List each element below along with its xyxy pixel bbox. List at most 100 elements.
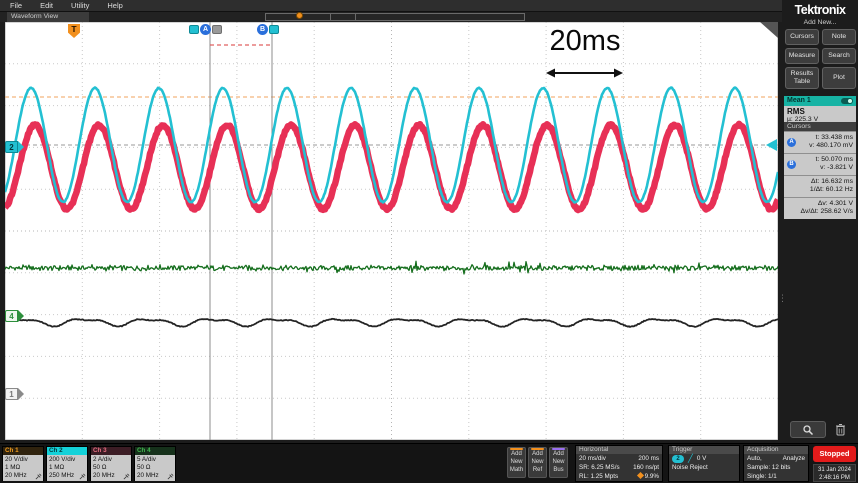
cursor-link-icon xyxy=(189,25,199,34)
search-button[interactable]: Search xyxy=(822,48,856,64)
delta-t: Δt: 16.632 ms xyxy=(811,177,853,185)
menu-bar: File Edit Utility Help xyxy=(0,0,858,12)
horizontal-window: 200 ms xyxy=(638,455,659,462)
trigger-position-readout: 9.9% xyxy=(636,471,659,481)
channel-1-impedance: 1 MΩ xyxy=(5,464,21,471)
cursor-a-handle[interactable]: A xyxy=(189,24,222,35)
timeline-trigger-marker-icon[interactable] xyxy=(296,12,303,19)
trigger-settings-panel[interactable]: Trigger 2 ╱ 0 V Noise Reject xyxy=(668,445,740,482)
bus-accent xyxy=(552,448,565,450)
zoom-tool-button[interactable] xyxy=(790,421,826,438)
cursor-a-time: t: 33.438 ms xyxy=(815,134,853,141)
measurement-toggle[interactable] xyxy=(841,98,853,104)
acquisition-sample: Sample: 12 bits xyxy=(747,464,791,471)
inverse-delta-t: 1/Δt: 60.12 Hz xyxy=(809,186,853,194)
menu-file[interactable]: File xyxy=(10,1,22,10)
acquisition-analyze: Analyze xyxy=(782,455,805,462)
acquisition-mode: Auto, xyxy=(747,455,762,462)
measure-button[interactable]: Measure xyxy=(785,48,819,64)
channel-4-marker[interactable]: 4 xyxy=(5,310,24,322)
cursors-readout-panel[interactable]: Cursors A t: 33.438 ms v: 480.170 mV B t… xyxy=(784,122,856,219)
horizontal-scale: 20 ms/div xyxy=(579,455,606,462)
panel-drag-handle[interactable]: ⋮ xyxy=(778,294,787,303)
cursor-grip-icon xyxy=(212,25,222,34)
channel-4-label: Ch 4 xyxy=(135,447,175,455)
tab-waveform-view[interactable]: Waveform View xyxy=(7,12,89,22)
delta-v-over-t: Δv/Δt: 258.62 V/s xyxy=(800,208,853,216)
probe-icon xyxy=(123,473,130,480)
cursor-delta-t-readout: Δt: 16.632 ms 1/Δt: 60.12 Hz xyxy=(784,174,856,197)
datetime-readout[interactable]: 31 Jan 2024 2:48:16 PM xyxy=(813,464,856,482)
probe-icon xyxy=(167,473,174,480)
cursor-a-readout: A t: 33.438 ms v: 480.170 mV xyxy=(784,131,856,153)
tab-bar: Waveform View xyxy=(0,12,858,22)
cursor-b-time: t: 50.070 ms xyxy=(815,155,853,163)
ref-accent xyxy=(531,448,544,450)
measurement-badge-mean1[interactable]: Mean 1 RMS µ: 225.3 V xyxy=(784,96,856,124)
trigger-source-badge: 2 xyxy=(672,454,684,463)
measurement-name: RMS xyxy=(787,107,805,116)
waveform-display[interactable]: T A B 20ms 2 4 1 xyxy=(5,22,778,440)
channel-2-marker[interactable]: 2 xyxy=(5,141,24,153)
rising-edge-icon: ╱ xyxy=(688,454,693,463)
channel-4-scale: 5 A/div xyxy=(137,456,156,463)
channel-2-badge[interactable]: Ch 2 200 V/div 1 MΩ 250 MHz xyxy=(46,446,88,481)
channel-4-badge[interactable]: Ch 4 5 A/div 50 Ω 20 MHz xyxy=(134,446,176,481)
horizontal-settings-panel[interactable]: Horizontal 20 ms/div 200 ms SR: 6.25 MS/… xyxy=(575,445,663,482)
trigger-level: 0 V xyxy=(696,455,707,462)
delete-button[interactable] xyxy=(832,420,848,439)
menu-help[interactable]: Help xyxy=(107,1,122,10)
add-new-math-button[interactable]: Add New Math xyxy=(507,447,526,478)
channel-1-scale: 20 V/div xyxy=(5,456,28,463)
channel-3-label: Ch 3 xyxy=(91,447,131,455)
channel-2-scale: 200 V/div xyxy=(49,456,76,463)
cursor-a-volt: v: 480.170 mV xyxy=(809,142,853,150)
channel-1-label: Ch 1 xyxy=(3,447,43,455)
time: 2:48:16 PM xyxy=(819,475,850,481)
cursor-a-badge: A xyxy=(787,137,796,147)
timeline-segment xyxy=(332,14,356,20)
plot-button[interactable]: Plot xyxy=(822,67,856,89)
probe-icon xyxy=(35,473,42,480)
menu-edit[interactable]: Edit xyxy=(40,1,53,10)
horizontal-title: Horizontal xyxy=(576,446,662,454)
trigger-level-arrow-icon[interactable] xyxy=(766,139,777,151)
trigger-mode: Noise Reject xyxy=(672,464,708,471)
cursor-b-readout: B t: 50.070 ms v: -3.821 V xyxy=(784,152,856,175)
trigger-position-icon xyxy=(636,471,644,480)
marker-tip-icon xyxy=(18,310,24,322)
acquisition-settings-panel[interactable]: Acquisition Auto, Analyze Sample: 12 bit… xyxy=(743,445,809,482)
channel-1-marker[interactable]: 1 xyxy=(5,388,24,400)
channel-3-scale: 2 A/div xyxy=(93,456,112,463)
record-timeline[interactable] xyxy=(265,12,525,21)
tektronix-logo: Tektronix xyxy=(794,3,846,17)
add-new-bus-button[interactable]: Add New Bus xyxy=(549,447,568,478)
sample-resolution: 160 ns/pt xyxy=(633,464,659,471)
delta-v: Δv: 4.301 V xyxy=(817,199,853,207)
measurement-badge-title: Mean 1 xyxy=(787,97,811,104)
channel-4-impedance: 50 Ω xyxy=(137,464,151,471)
channel-1-badge[interactable]: Ch 1 20 V/div 1 MΩ 20 MHz xyxy=(2,446,44,481)
note-button[interactable]: Note xyxy=(822,29,856,45)
run-stop-button[interactable]: Stopped xyxy=(813,446,856,462)
add-new-label: Add New... xyxy=(803,19,837,26)
add-new-ref-button[interactable]: Add New Ref xyxy=(528,447,547,478)
cursors-button[interactable]: Cursors xyxy=(785,29,819,45)
acquisition-title: Acquisition xyxy=(744,446,808,454)
cursor-delta-v-readout: Δv: 4.301 V Δv/Δt: 258.62 V/s xyxy=(784,196,856,219)
cursor-b-handle[interactable]: B xyxy=(257,24,279,35)
marker-tip-icon xyxy=(18,141,24,153)
oscilloscope-app: File Edit Utility Help Waveform View T A… xyxy=(0,0,858,483)
trash-icon xyxy=(835,424,845,436)
channel-2-impedance: 1 MΩ xyxy=(49,464,65,471)
menu-utility[interactable]: Utility xyxy=(71,1,89,10)
record-length: RL: 1.25 Mpts xyxy=(579,473,619,480)
channel-3-badge[interactable]: Ch 3 2 A/div 50 Ω 20 MHz xyxy=(90,446,132,481)
results-table-button[interactable]: Results Table xyxy=(785,67,819,89)
draw-zoom-corner-icon[interactable] xyxy=(760,22,778,38)
cursor-b-badge: B xyxy=(787,159,796,169)
channel-2-label: Ch 2 xyxy=(47,447,87,455)
math-accent xyxy=(510,448,523,450)
channel-3-impedance: 50 Ω xyxy=(93,464,107,471)
cursor-link-icon xyxy=(269,25,279,34)
